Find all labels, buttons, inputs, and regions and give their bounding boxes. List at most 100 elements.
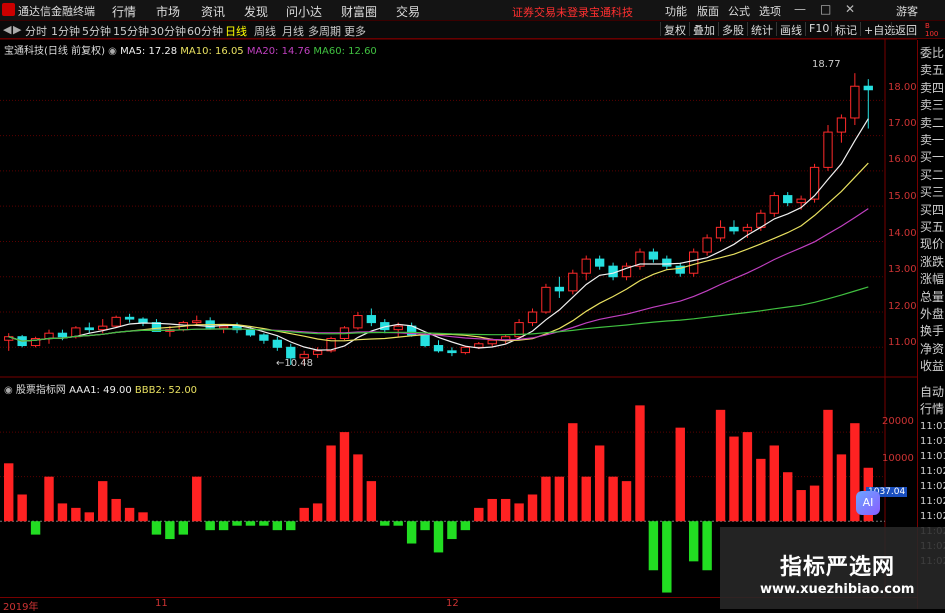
- candle-body: [581, 258, 591, 274]
- candle-body: [487, 339, 497, 345]
- histogram-bar: [406, 521, 417, 544]
- histogram-bar: [675, 427, 685, 522]
- candle-body: [809, 166, 820, 200]
- ma10-line: [8, 162, 869, 342]
- candle-body: [84, 327, 94, 331]
- candle-body: [541, 286, 551, 313]
- tick-time-label: 11:02: [920, 496, 945, 507]
- histogram-bar: [460, 521, 471, 531]
- candle-body: [554, 286, 565, 292]
- histogram-bar: [218, 521, 229, 531]
- indicator-bullet-icon[interactable]: ◉: [4, 385, 13, 396]
- price-tick: 18.00: [888, 82, 917, 93]
- candle-body: [689, 251, 699, 274]
- histogram-bar: [44, 476, 54, 522]
- histogram-bar: [299, 507, 309, 522]
- histogram-bar: [662, 521, 672, 593]
- quote-field-label: 换手: [920, 324, 945, 339]
- candle-body: [783, 195, 793, 204]
- candle-body: [769, 195, 779, 214]
- candle-body: [527, 311, 538, 324]
- quote-field-label: 买四: [920, 202, 945, 217]
- histogram-bar: [823, 409, 833, 522]
- date-label: 12: [446, 598, 459, 609]
- candle-body: [138, 318, 148, 324]
- histogram-bar: [541, 476, 551, 522]
- watermark-url: www.xuezhibiao.com: [760, 582, 915, 597]
- date-label: 2019年: [3, 602, 39, 613]
- histogram-bar: [594, 445, 605, 522]
- candle-body: [124, 316, 135, 320]
- indicator-title: 股票指标网: [15, 385, 66, 396]
- histogram-bar: [756, 458, 766, 522]
- aaa-label: AAA1: 49.00: [69, 385, 132, 396]
- price-tick: 17.00: [888, 118, 917, 129]
- candle-body: [44, 332, 54, 339]
- candle-body: [863, 85, 873, 91]
- candle-body: [98, 325, 108, 331]
- candle-body: [420, 334, 430, 347]
- quote-side-panel: 委比 卖五 卖四 卖三 卖二 卖一 买一 买二 买三 买四 买五 现价 涨跌 涨幅 总量 外盘 换手 净资 收益 自动…: [917, 40, 945, 609]
- quote-field-label: 卖四: [920, 80, 945, 95]
- quote-field-label: 卖三: [920, 98, 945, 113]
- histogram-bar: [809, 485, 820, 522]
- histogram-bar: [151, 521, 162, 535]
- sub-legend: ◉ 股票指标网 AAA1: 49.00 BBB2: 52.00: [4, 381, 197, 396]
- histogram-bar: [568, 423, 578, 522]
- histogram-bar: [648, 521, 659, 571]
- histogram-bar: [272, 521, 283, 531]
- sub-tick: 10000: [882, 453, 914, 464]
- price-tick: 13.00: [888, 264, 917, 275]
- quote-field-label: 买五: [920, 220, 945, 234]
- quote-field-label: 买三: [920, 185, 945, 200]
- histogram-bar: [98, 481, 108, 522]
- candle-body: [595, 258, 605, 267]
- candle-body: [272, 339, 282, 348]
- candle-body: [823, 131, 833, 168]
- ai-assistant-button[interactable]: AI: [856, 491, 880, 515]
- sub-tick: 20000: [882, 416, 914, 427]
- candle-body: [850, 85, 860, 119]
- quote-field-label: 买一: [920, 150, 945, 165]
- histogram-bar: [608, 476, 618, 522]
- tick-time-label: 11:01: [920, 421, 945, 432]
- quote-field-label: 委比: [920, 46, 945, 60]
- quote-field-label: 涨跌: [920, 254, 945, 269]
- histogram-bar: [581, 476, 591, 522]
- histogram-bar: [742, 432, 753, 522]
- histogram-bar: [4, 463, 14, 522]
- candle-body: [57, 332, 68, 338]
- tick-time-label: 11:01: [920, 451, 945, 462]
- high-price-annotation: 18.77: [812, 59, 841, 70]
- histogram-bar: [326, 445, 336, 522]
- quote-field-label: 卖二: [920, 115, 945, 130]
- histogram-bar: [124, 507, 135, 522]
- candle-body: [366, 315, 377, 324]
- candle-body: [393, 325, 403, 331]
- histogram-bar: [245, 521, 256, 526]
- histogram-bar: [500, 498, 511, 522]
- histogram-bar: [554, 476, 565, 522]
- ma60-line: [8, 286, 869, 342]
- panel-mode-label[interactable]: 自动: [920, 384, 944, 400]
- kline-chart[interactable]: [0, 0, 917, 597]
- candle-body: [836, 117, 847, 133]
- histogram-bar: [420, 521, 430, 531]
- ma20-line: [8, 208, 869, 342]
- histogram-bar: [782, 472, 793, 522]
- histogram-bar: [111, 498, 121, 522]
- histogram-bar: [339, 432, 350, 522]
- histogram-bar: [514, 503, 524, 522]
- quote-field-label: 卖一: [920, 133, 945, 147]
- quote-field-label: 外盘: [920, 307, 945, 321]
- candle-body: [312, 350, 323, 355]
- histogram-bar: [474, 507, 484, 522]
- histogram-bar: [178, 521, 189, 535]
- panel-mode-label[interactable]: 行情: [920, 401, 944, 417]
- candle-body: [433, 345, 444, 352]
- candle-body: [608, 265, 618, 278]
- histogram-bar: [433, 521, 444, 553]
- histogram-bar: [138, 512, 148, 522]
- candle-body: [729, 226, 739, 232]
- tick-time-label: 11:02: [920, 481, 945, 492]
